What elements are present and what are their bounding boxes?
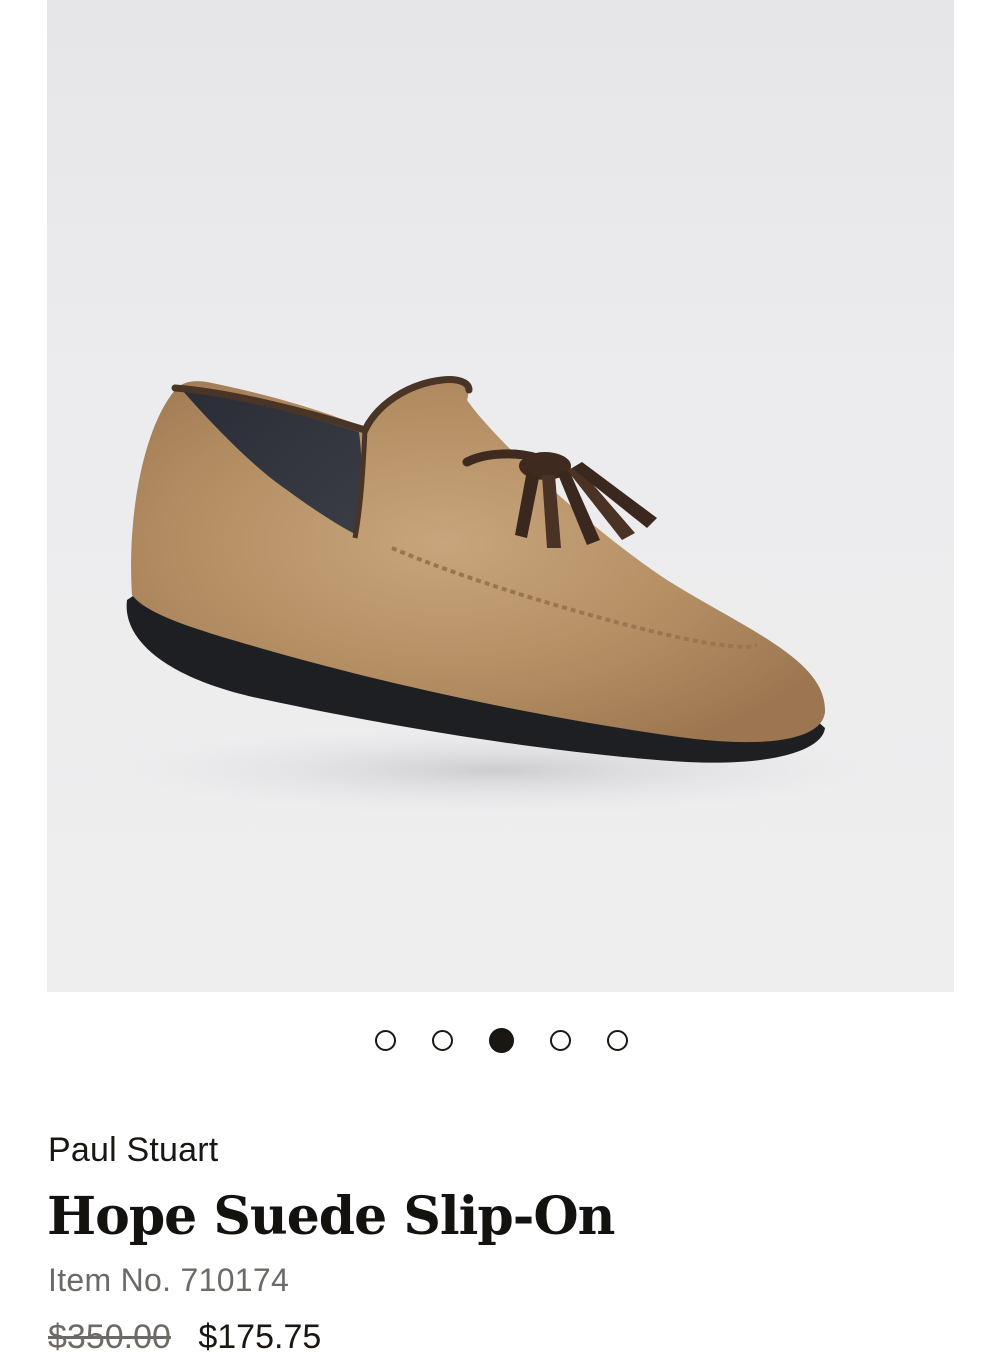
sale-price: $175.75 bbox=[198, 1318, 322, 1356]
item-number: Item No. 710174 bbox=[48, 1262, 290, 1298]
product-title: Hope Suede Slip-On bbox=[47, 1186, 615, 1247]
price-row: $350.00 $175.75 bbox=[48, 1318, 321, 1357]
carousel-dots bbox=[0, 1028, 1000, 1057]
product-image[interactable] bbox=[47, 0, 954, 992]
carousel-dot-4[interactable] bbox=[549, 1030, 571, 1051]
carousel-dot-3-active[interactable] bbox=[488, 1028, 514, 1053]
carousel-dot-1[interactable] bbox=[374, 1030, 396, 1051]
brand-name[interactable]: Paul Stuart bbox=[48, 1131, 218, 1170]
loafer-illustration bbox=[97, 376, 897, 815]
carousel-dot-2[interactable] bbox=[431, 1030, 453, 1051]
carousel-dot-5[interactable] bbox=[606, 1030, 628, 1051]
original-price: $350.00 bbox=[48, 1318, 171, 1356]
